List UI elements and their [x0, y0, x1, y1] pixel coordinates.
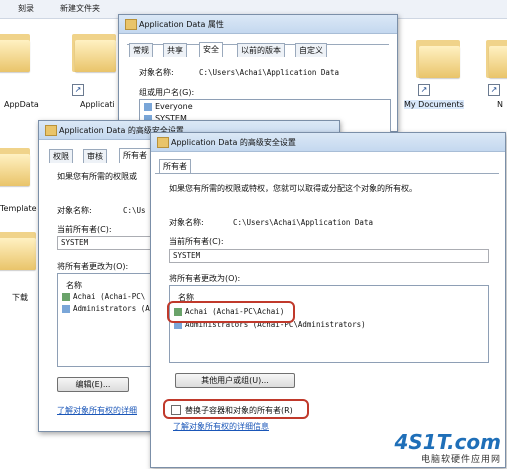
learn-ownership-link[interactable]: 了解对象所有权的详细信息: [173, 421, 269, 432]
object-name-label: 对象名称:: [169, 218, 204, 227]
current-owner-label: 当前所有者(C):: [169, 237, 224, 246]
highlight-replace-owner: [163, 399, 309, 419]
owner-list[interactable]: 名称 Achai (Achai-PC\Achai) Administrators…: [169, 285, 489, 363]
folder-icon[interactable]: [72, 34, 116, 72]
object-name-value: C:\Users\Achai\Application Data: [233, 218, 373, 227]
folder-icon[interactable]: [486, 40, 507, 78]
folder-icon[interactable]: [0, 148, 30, 186]
current-owner-field: SYSTEM: [57, 236, 155, 250]
folder-icon: [157, 137, 169, 148]
advanced-titlebar: Application Data 的高级安全设置: [151, 133, 505, 152]
folder-icon: [45, 125, 57, 136]
description-text: 如果您有所需的权限或: [57, 172, 137, 181]
object-name-label: 对象名称:: [139, 68, 174, 77]
tab-owner[interactable]: 所有者: [119, 148, 151, 163]
description-text: 如果您有所需的权限或特权，您就可以取得或分配这个对象的所有权。: [169, 184, 417, 193]
tab-permissions[interactable]: 权限: [49, 149, 73, 163]
change-owner-label: 将所有者更改为(O):: [169, 274, 241, 283]
list-item[interactable]: Achai (Achai-PC\: [62, 292, 145, 301]
list-header: 名称: [66, 281, 82, 290]
folder-label-application-data[interactable]: Applicati: [80, 100, 115, 109]
current-owner-value: SYSTEM: [61, 238, 89, 247]
advanced-security-dialog: Application Data 的高级安全设置 所有者 如果您有所需的权限或特…: [150, 132, 506, 468]
object-name-label: 对象名称:: [57, 206, 92, 215]
owner-list[interactable]: 名称 Achai (Achai-PC\ Administrators (A: [57, 273, 155, 367]
change-owner-label: 将所有者更改为(O):: [57, 262, 129, 271]
tab-owner[interactable]: 所有者: [159, 159, 191, 174]
tab-customize[interactable]: 自定义: [295, 43, 327, 57]
highlight-achai: [167, 301, 295, 323]
tab-auditing[interactable]: 审核: [83, 149, 107, 163]
site-logo: 4S1T.com: [394, 430, 501, 454]
properties-titlebar: Application Data 属性: [119, 15, 397, 34]
tab-sharing[interactable]: 共享: [163, 43, 187, 57]
tab-security[interactable]: 安全: [199, 42, 223, 57]
tab-general[interactable]: 常规: [129, 43, 153, 57]
folder-label-n[interactable]: N: [497, 100, 503, 109]
folder-icon: [125, 19, 137, 30]
object-name-value: C:\Us: [123, 206, 146, 215]
edit-button[interactable]: 编辑(E)...: [57, 377, 129, 392]
new-folder-button[interactable]: 新建文件夹: [60, 3, 100, 14]
group-or-user-label: 组或用户名(G):: [139, 88, 195, 97]
folder-icon[interactable]: [0, 232, 36, 270]
properties-dialog: Application Data 属性 常规 共享 安全 以前的版本 自定义 对…: [118, 14, 398, 133]
users-icon: [144, 102, 152, 111]
folder-label-templates[interactable]: Template: [0, 204, 37, 213]
users-icon: [62, 304, 70, 313]
tab-strip-line: [155, 173, 499, 174]
properties-title: Application Data 属性: [139, 20, 224, 29]
shortcut-arrow-icon: ↗: [72, 84, 84, 96]
folder-label-appdata[interactable]: AppData: [4, 100, 39, 109]
user-icon: [62, 292, 70, 301]
current-owner-value: SYSTEM: [173, 251, 201, 260]
tab-previous-versions[interactable]: 以前的版本: [237, 43, 285, 57]
shortcut-arrow-icon: ↗: [488, 84, 500, 96]
learn-ownership-link[interactable]: 了解对象所有权的详细: [57, 405, 137, 416]
current-owner-label: 当前所有者(C):: [57, 225, 112, 234]
advanced-title: Application Data 的高级安全设置: [171, 138, 296, 147]
burn-button[interactable]: 刻录: [18, 3, 34, 14]
shortcut-arrow-icon: ↗: [418, 84, 430, 96]
site-watermark: 4S1T.com 电脑软硬件应用网: [394, 432, 501, 465]
folder-label-my-documents[interactable]: My Documents: [404, 100, 464, 109]
folder-icon[interactable]: [0, 34, 30, 72]
folder-label-downloads[interactable]: 下载: [12, 292, 28, 303]
list-item[interactable]: Administrators (A: [62, 304, 150, 313]
current-owner-field: SYSTEM: [169, 249, 489, 263]
folder-icon[interactable]: [416, 40, 460, 78]
other-users-groups-button[interactable]: 其他用户或组(U)...: [175, 373, 295, 388]
list-item[interactable]: Everyone: [144, 102, 193, 111]
object-name-value: C:\Users\Achai\Application Data: [199, 68, 339, 77]
